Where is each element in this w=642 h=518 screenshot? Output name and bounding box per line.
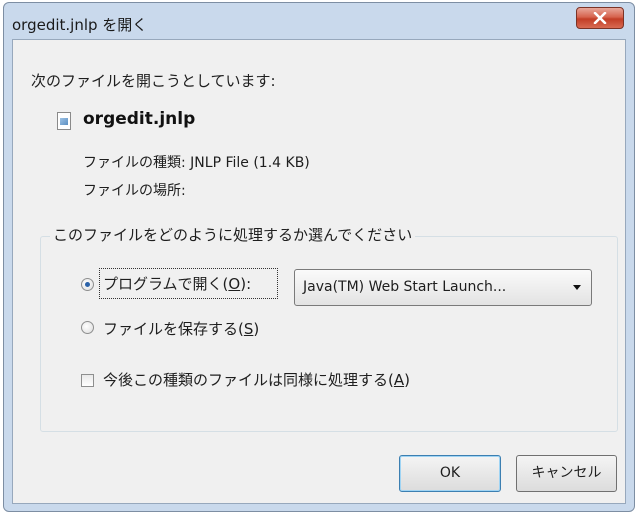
open-with-label[interactable]: プログラムで開く(O):: [103, 273, 251, 294]
save-file-text: ファイルを保存する(: [103, 320, 244, 338]
save-file-suffix: ): [253, 320, 260, 338]
save-file-accel: S: [243, 320, 254, 338]
dropdown-arrow-icon: [573, 285, 581, 290]
always-do-suffix: ): [404, 371, 410, 389]
open-with-text: プログラムで開く(: [103, 275, 229, 293]
file-type-value: JNLP File (1.4 KB): [190, 155, 310, 171]
save-file-label[interactable]: ファイルを保存する(S): [103, 318, 259, 339]
open-with-radio[interactable]: [81, 278, 94, 291]
dialog-window: orgedit.jnlp を開く 次のファイルを開こうとしています: orged…: [3, 2, 635, 512]
file-type-info: ファイルの種類: JNLP File (1.4 KB): [83, 152, 310, 172]
intro-text: 次のファイルを開こうとしています:: [31, 72, 276, 90]
ok-button[interactable]: OK: [399, 455, 501, 492]
file-location-label: ファイルの場所:: [83, 183, 186, 199]
title-bar[interactable]: orgedit.jnlp を開く: [4, 3, 634, 35]
application-select[interactable]: Java(TM) Web Start Launch...: [294, 269, 592, 306]
file-name: orgedit.jnlp: [83, 109, 196, 129]
close-button[interactable]: [576, 7, 624, 29]
action-group-label: このファイルをどのように処理するか選んでください: [50, 224, 416, 245]
cancel-button[interactable]: キャンセル: [516, 455, 617, 492]
always-do-accel: A: [393, 371, 405, 389]
open-with-suffix: ):: [240, 275, 252, 293]
always-do-text: 今後この種類のファイルは同様に処理する(: [103, 371, 394, 389]
window-title: orgedit.jnlp を開く: [12, 16, 148, 34]
always-do-label[interactable]: 今後この種類のファイルは同様に処理する(A): [103, 369, 410, 390]
file-icon: [57, 112, 71, 130]
save-file-radio[interactable]: [81, 321, 94, 334]
close-icon: [593, 11, 607, 25]
dialog-body: 次のファイルを開こうとしています: orgedit.jnlp ファイルの種類: …: [12, 39, 626, 504]
application-select-value: Java(TM) Web Start Launch...: [303, 279, 507, 295]
open-with-accel: O: [228, 275, 241, 293]
always-do-checkbox[interactable]: [81, 374, 94, 387]
file-type-label: ファイルの種類:: [83, 155, 186, 171]
